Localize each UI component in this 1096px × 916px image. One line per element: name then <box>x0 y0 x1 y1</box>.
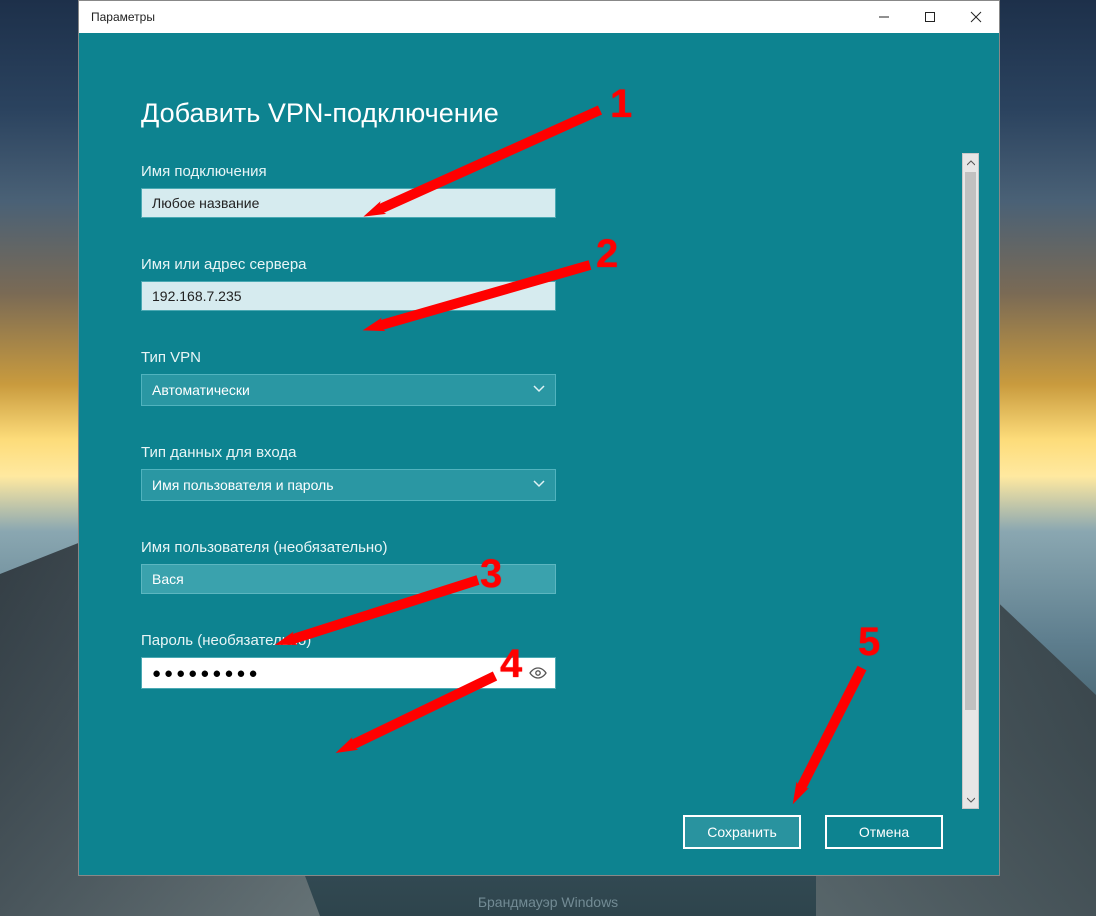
connection-name-input[interactable] <box>141 188 556 218</box>
minimize-button[interactable] <box>861 1 907 32</box>
cancel-button-label: Отмена <box>859 824 909 840</box>
chevron-down-icon <box>533 382 545 398</box>
password-label: Пароль (необязательно) <box>141 632 937 649</box>
password-input[interactable] <box>141 657 556 689</box>
save-button-label: Сохранить <box>707 824 777 840</box>
window-controls <box>861 1 999 32</box>
scroll-down-arrow[interactable] <box>963 791 978 808</box>
save-button[interactable]: Сохранить <box>683 815 801 849</box>
maximize-button[interactable] <box>907 1 953 32</box>
vpn-type-value: Автоматически <box>152 382 250 398</box>
window-titlebar: Параметры <box>78 0 1000 33</box>
username-label: Имя пользователя (необязательно) <box>141 539 937 556</box>
signin-type-value: Имя пользователя и пароль <box>152 477 334 493</box>
scroll-up-arrow[interactable] <box>963 154 978 171</box>
annotation-number-3: 3 <box>480 552 502 597</box>
background-link-text: Брандмауэр Windows <box>478 894 618 910</box>
annotation-number-4: 4 <box>500 642 522 687</box>
signin-type-dropdown[interactable]: Имя пользователя и пароль <box>141 469 556 501</box>
annotation-number-1: 1 <box>610 82 632 127</box>
server-address-input[interactable] <box>141 281 556 311</box>
reveal-password-icon[interactable] <box>528 663 548 683</box>
vpn-type-dropdown[interactable]: Автоматически <box>141 374 556 406</box>
vertical-scrollbar[interactable] <box>962 153 979 809</box>
server-address-label: Имя или адрес сервера <box>141 256 937 273</box>
settings-panel: Добавить VPN-подключение Имя подключения… <box>78 33 1000 876</box>
signin-type-label: Тип данных для входа <box>141 444 937 461</box>
annotation-number-5: 5 <box>858 620 880 665</box>
chevron-down-icon <box>533 477 545 493</box>
annotation-number-2: 2 <box>596 232 618 277</box>
scroll-thumb[interactable] <box>965 172 976 710</box>
connection-name-label: Имя подключения <box>141 163 937 180</box>
vpn-type-label: Тип VPN <box>141 349 937 366</box>
cancel-button[interactable]: Отмена <box>825 815 943 849</box>
close-button[interactable] <box>953 1 999 32</box>
page-title: Добавить VPN-подключение <box>141 98 937 129</box>
window-title: Параметры <box>91 10 155 24</box>
